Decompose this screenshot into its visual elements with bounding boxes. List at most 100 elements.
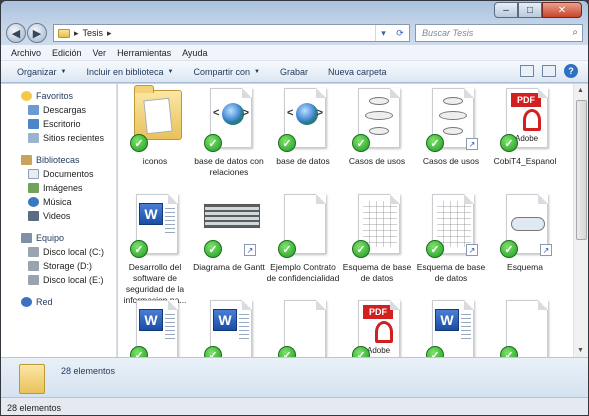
sync-check-icon: ✓ xyxy=(130,134,148,152)
minimize-button[interactable]: – xyxy=(494,2,518,18)
nav-videos[interactable]: Videos xyxy=(1,209,116,223)
details-count: 28 elementos xyxy=(61,366,116,376)
vertical-scrollbar[interactable]: ▲ ▼ xyxy=(573,84,588,357)
nav-bibliotecas[interactable]: Bibliotecas xyxy=(1,153,116,167)
file-thumbnail: W ✓ xyxy=(426,298,478,357)
nav-storage-d[interactable]: Storage (D:) xyxy=(1,259,116,273)
search-icon[interactable]: ⌕ xyxy=(572,27,578,38)
file-item[interactable]: PDF Adobe ✓ xyxy=(340,296,414,357)
file-thumbnail: W ✓ xyxy=(130,192,182,258)
schema-thumbnail xyxy=(363,201,397,247)
scroll-up-icon[interactable]: ▲ xyxy=(577,87,584,94)
file-item[interactable]: ✓ xyxy=(266,296,340,357)
file-item[interactable]: W ✓ xyxy=(192,296,266,357)
nav-red[interactable]: Red xyxy=(1,295,116,309)
nav-label: Música xyxy=(43,197,72,207)
adobe-label: Adobe xyxy=(515,134,539,143)
text-lines-icon xyxy=(165,205,175,235)
nav-label: Favoritos xyxy=(36,91,74,101)
organizar-button[interactable]: Organizar ▼ xyxy=(17,67,66,77)
nav-sitios-recientes[interactable]: Sitios recientes xyxy=(1,131,116,145)
usecase-shape xyxy=(369,97,389,105)
preview-pane-icon[interactable] xyxy=(542,65,556,77)
file-item[interactable]: ✓ Ejemplo Contrato de confidencialidad xyxy=(266,190,340,300)
maximize-button[interactable]: □ xyxy=(518,2,542,18)
computer-icon xyxy=(21,233,32,243)
nueva-carpeta-label: Nueva carpeta xyxy=(327,66,387,77)
nav-disco-c[interactable]: Disco local (C:) xyxy=(1,245,116,259)
grabar-button[interactable]: Grabar xyxy=(280,67,308,77)
nav-imagenes[interactable]: Imágenes xyxy=(1,181,116,195)
file-item[interactable]: < > ✓ base de datos con relaciones xyxy=(192,84,266,194)
file-list: ✓ iconos < > ✓ base de datos con relaciones < >… xyxy=(118,84,573,357)
drive-icon xyxy=(28,261,39,271)
file-item[interactable]: ✓ ↗ Esquema xyxy=(488,190,562,300)
file-thumbnail: PDF Adobe ✓ xyxy=(352,298,404,357)
menu-archivo[interactable]: Archivo xyxy=(11,48,41,58)
file-item[interactable]: W ✓ xyxy=(414,296,488,357)
file-item[interactable]: W ✓ Desarrollo del software de seguridad d… xyxy=(118,190,192,305)
file-item[interactable]: ✓ ↗ Esquema de base de datos xyxy=(414,190,488,300)
file-name: Ejemplo Contrato de confidencialidad xyxy=(266,262,340,283)
incluir-biblioteca-button[interactable]: Incluir en biblioteca ▼ xyxy=(86,67,173,77)
text-lines-icon xyxy=(239,311,249,341)
back-button[interactable]: ◀ xyxy=(6,23,26,43)
adobe-label: Adobe xyxy=(367,346,391,355)
file-item[interactable]: < > ✓ base de datos xyxy=(266,84,340,194)
gantt-thumbnail xyxy=(204,204,260,228)
file-item[interactable]: W ✓ xyxy=(118,296,192,357)
scroll-down-icon[interactable]: ▼ xyxy=(577,347,584,354)
breadcrumb-item[interactable]: Tesis xyxy=(83,28,104,38)
compartir-button[interactable]: Compartir con ▼ xyxy=(193,67,259,77)
sync-check-icon: ✓ xyxy=(426,134,444,152)
file-item[interactable]: ✓ Casos de usos xyxy=(340,84,414,194)
search-input[interactable]: Buscar Tesis ⌕ xyxy=(415,24,583,42)
caption-buttons: – □ ✕ xyxy=(494,2,582,18)
scroll-thumb[interactable] xyxy=(576,100,587,240)
refresh-icon[interactable]: ⟳ xyxy=(396,28,404,39)
usecase-shape xyxy=(369,127,389,135)
menu-edicion[interactable]: Edición xyxy=(52,48,82,58)
file-item[interactable]: ✓ iconos xyxy=(118,84,192,194)
usecase-shape xyxy=(439,111,467,120)
nav-documentos[interactable]: Documentos xyxy=(1,167,116,181)
change-view-icon[interactable] xyxy=(520,65,534,77)
chevron-right-icon[interactable]: ▸ xyxy=(74,28,79,39)
navigation-pane: Favoritos Descargas Escritorio Sitios re… xyxy=(1,84,117,357)
sync-check-icon: ✓ xyxy=(278,134,296,152)
command-bar: Organizar ▼ Incluir en biblioteca ▼ Compar… xyxy=(1,61,588,83)
chevron-down-icon[interactable]: ▾ xyxy=(381,28,386,39)
nav-equipo[interactable]: Equipo xyxy=(1,231,116,245)
sync-check-icon: ✓ xyxy=(352,346,370,357)
nav-escritorio[interactable]: Escritorio xyxy=(1,117,116,131)
forward-button[interactable]: ▶ xyxy=(27,23,47,43)
file-item[interactable]: ✓ ↗ Diagrama de Gantt xyxy=(192,190,266,300)
address-bar[interactable]: ▸ Tesis ▸ ▾ ⟳ xyxy=(53,24,410,42)
nav-descargas[interactable]: Descargas xyxy=(1,103,116,117)
search-placeholder: Buscar Tesis xyxy=(422,28,474,38)
menu-ver[interactable]: Ver xyxy=(93,48,107,58)
nav-disco-e[interactable]: Disco local (E:) xyxy=(1,273,116,287)
word-icon: W xyxy=(139,203,163,225)
file-item[interactable]: PDF Adobe ✓ CobiT4_Espanol xyxy=(488,84,562,194)
chevron-right-icon[interactable]: ▸ xyxy=(107,28,112,39)
nav-favoritos[interactable]: Favoritos xyxy=(1,89,116,103)
file-item[interactable]: ✓ Esquema de base de datos xyxy=(340,190,414,300)
nueva-carpeta-button[interactable]: Nueva carpeta xyxy=(328,67,387,77)
help-icon[interactable]: ? xyxy=(564,64,578,78)
schema-shape xyxy=(511,217,545,231)
pdf-badge: PDF xyxy=(511,93,541,107)
file-name: Esquema xyxy=(507,262,543,272)
file-item[interactable]: ✓ ↗ Casos de usos xyxy=(414,84,488,194)
file-item[interactable]: ✓ xyxy=(488,296,562,357)
nav-label: Videos xyxy=(43,211,71,221)
chevron-down-icon: ▼ xyxy=(60,68,67,75)
close-button[interactable]: ✕ xyxy=(542,2,582,18)
menu-herramientas[interactable]: Herramientas xyxy=(117,48,171,58)
nav-musica[interactable]: Música xyxy=(1,195,116,209)
angle-bracket-icon: > xyxy=(242,107,249,119)
nav-label: Escritorio xyxy=(43,119,81,129)
file-name: Casos de usos xyxy=(422,156,480,166)
nav-label: Documentos xyxy=(43,169,94,179)
menu-ayuda[interactable]: Ayuda xyxy=(182,48,207,58)
